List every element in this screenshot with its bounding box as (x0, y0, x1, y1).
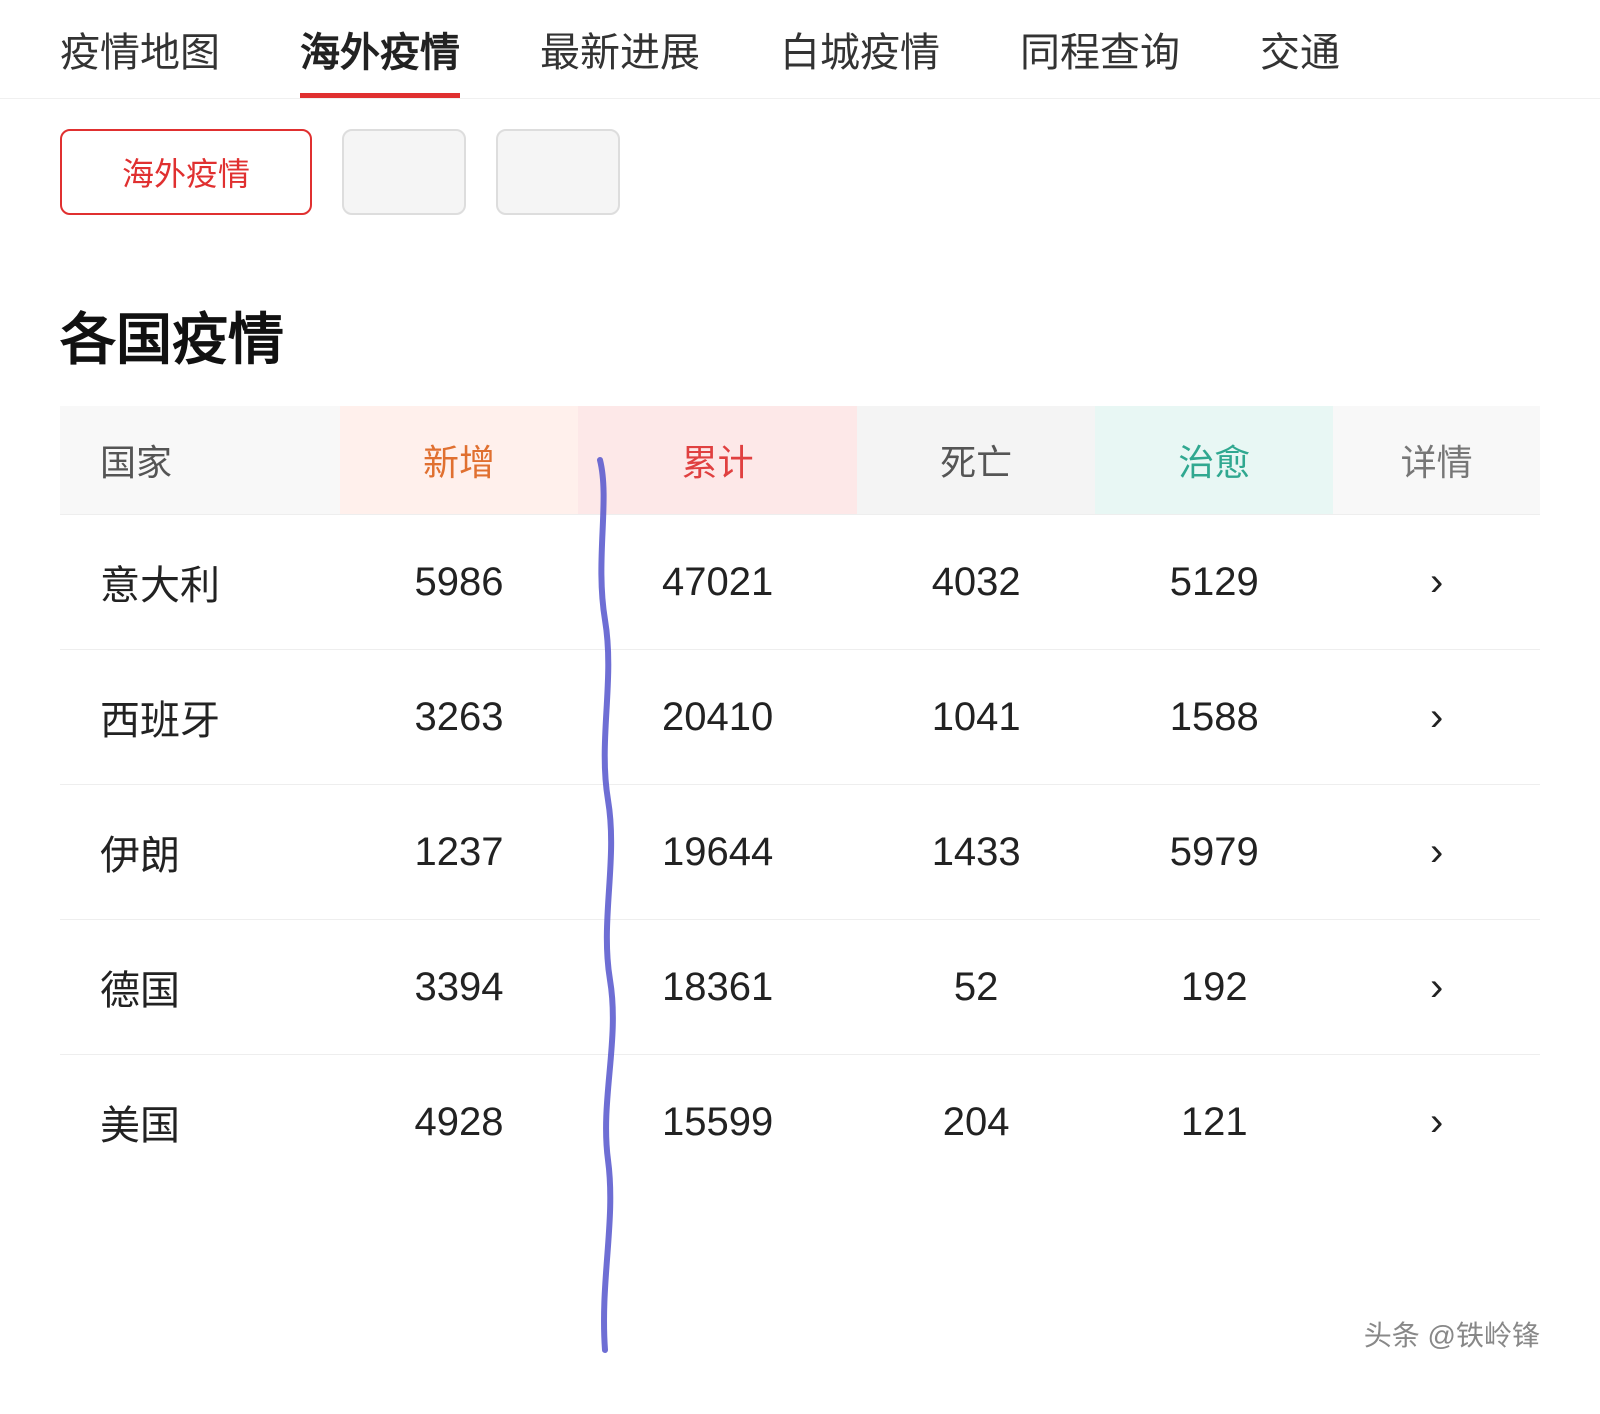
death-germany: 52 (857, 920, 1095, 1055)
cumulative-spain: 20410 (578, 650, 857, 785)
detail-iran[interactable]: › (1333, 785, 1540, 920)
th-cumulative: 累计 (578, 406, 857, 515)
section-title: 各国疫情 (0, 245, 1600, 406)
table-row: 意大利 5986 47021 4032 5129 › (60, 515, 1540, 650)
country-italy: 意大利 (60, 515, 340, 650)
country-iran: 伊朗 (60, 785, 340, 920)
navigation: 疫情地图 海外疫情 最新进展 白城疫情 同程查询 交通 (0, 0, 1600, 99)
th-death: 死亡 (857, 406, 1095, 515)
death-italy: 4032 (857, 515, 1095, 650)
death-spain: 1041 (857, 650, 1095, 785)
tab-overseas-active[interactable]: 海外疫情 (60, 129, 312, 215)
recovered-usa: 121 (1095, 1055, 1333, 1190)
death-usa: 204 (857, 1055, 1095, 1190)
detail-usa[interactable]: › (1333, 1055, 1540, 1190)
new-iran: 1237 (340, 785, 578, 920)
recovered-italy: 5129 (1095, 515, 1333, 650)
detail-germany[interactable]: › (1333, 920, 1540, 1055)
new-italy: 5986 (340, 515, 578, 650)
table-header: 国家 新增 累计 死亡 治愈 详情 (60, 406, 1540, 515)
new-spain: 3263 (340, 650, 578, 785)
new-usa: 4928 (340, 1055, 578, 1190)
table-row: 伊朗 1237 19644 1433 5979 › (60, 785, 1540, 920)
nav-item-news[interactable]: 最新进展 (540, 20, 700, 98)
cumulative-italy: 47021 (578, 515, 857, 650)
tab-3[interactable] (496, 129, 620, 215)
table-row: 西班牙 3263 20410 1041 1588 › (60, 650, 1540, 785)
nav-item-overseas[interactable]: 海外疫情 (300, 20, 460, 98)
detail-italy[interactable]: › (1333, 515, 1540, 650)
cumulative-germany: 18361 (578, 920, 857, 1055)
nav-item-travel[interactable]: 同程查询 (1020, 20, 1180, 98)
nav-item-traffic[interactable]: 交通 (1260, 20, 1340, 98)
th-recovered: 治愈 (1095, 406, 1333, 515)
watermark: 头条 @铁岭锋 (1364, 1314, 1540, 1354)
recovered-spain: 1588 (1095, 650, 1333, 785)
th-new: 新增 (340, 406, 578, 515)
cumulative-iran: 19644 (578, 785, 857, 920)
cumulative-usa: 15599 (578, 1055, 857, 1190)
recovered-iran: 5979 (1095, 785, 1333, 920)
country-germany: 德国 (60, 920, 340, 1055)
nav-item-local[interactable]: 白城疫情 (780, 20, 940, 98)
tab-2[interactable] (342, 129, 466, 215)
countries-table: 国家 新增 累计 死亡 治愈 详情 意大利 5986 47021 4032 51… (60, 406, 1540, 1189)
table-row: 德国 3394 18361 52 192 › (60, 920, 1540, 1055)
th-country: 国家 (60, 406, 340, 515)
nav-item-map[interactable]: 疫情地图 (60, 20, 220, 98)
country-usa: 美国 (60, 1055, 340, 1190)
detail-spain[interactable]: › (1333, 650, 1540, 785)
th-detail: 详情 (1333, 406, 1540, 515)
death-iran: 1433 (857, 785, 1095, 920)
table-row: 美国 4928 15599 204 121 › (60, 1055, 1540, 1190)
table-body: 意大利 5986 47021 4032 5129 › 西班牙 3263 2041… (60, 515, 1540, 1190)
tab-section: 海外疫情 (0, 99, 1600, 245)
new-germany: 3394 (340, 920, 578, 1055)
recovered-germany: 192 (1095, 920, 1333, 1055)
country-spain: 西班牙 (60, 650, 340, 785)
